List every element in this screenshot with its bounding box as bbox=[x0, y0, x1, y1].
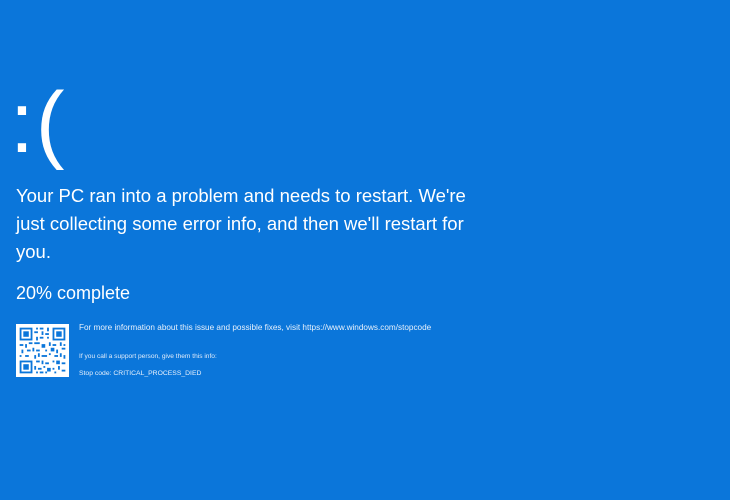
qr-code-icon bbox=[16, 324, 69, 377]
more-info-text: For more information about this issue an… bbox=[79, 323, 432, 332]
support-text: If you call a support person, give them … bbox=[79, 353, 217, 360]
bsod-screen: :( Your PC ran into a problem and needs … bbox=[0, 0, 730, 500]
sad-face-icon: :( bbox=[10, 75, 67, 171]
stop-code-text: Stop code: CRITICAL_PROCESS_DIED bbox=[79, 370, 202, 377]
progress-status: 20% complete bbox=[16, 283, 131, 303]
error-headline: Your PC ran into a problem and needs to … bbox=[16, 185, 466, 262]
